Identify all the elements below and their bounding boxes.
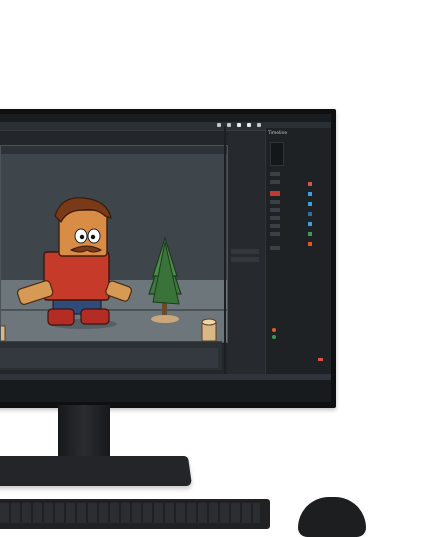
timeline-panel[interactable] bbox=[0, 341, 222, 370]
lumberjack-character bbox=[16, 197, 132, 326]
monitor-stand-neck bbox=[58, 405, 110, 461]
record-button[interactable] bbox=[270, 191, 280, 196]
panel-divider[interactable] bbox=[224, 126, 226, 382]
preview-box bbox=[270, 142, 284, 166]
layer-btn-1[interactable] bbox=[270, 172, 280, 176]
channel-color-swatch[interactable] bbox=[308, 222, 312, 226]
channel-color-swatch[interactable] bbox=[308, 232, 312, 236]
scene-art bbox=[1, 197, 217, 342]
layer-btn-7[interactable] bbox=[270, 232, 280, 236]
app-screen: Timeline bbox=[0, 114, 331, 402]
inspector-panel bbox=[228, 131, 264, 381]
mouse bbox=[298, 497, 366, 537]
keyboard bbox=[0, 499, 270, 529]
move-tool-icon[interactable] bbox=[217, 123, 221, 127]
inspector-field-2[interactable] bbox=[231, 257, 259, 262]
keyboard-keys bbox=[0, 503, 260, 523]
log-stump-icon bbox=[201, 318, 217, 342]
channel-color-swatch[interactable] bbox=[308, 192, 312, 196]
layer-buttons bbox=[270, 142, 284, 262]
tree-illustration bbox=[148, 236, 182, 323]
status-chip-red bbox=[318, 358, 323, 361]
layer-btn-6[interactable] bbox=[270, 224, 280, 228]
properties-panel: Timeline bbox=[265, 128, 331, 384]
stump-left bbox=[1, 325, 6, 342]
channel-color-swatch[interactable] bbox=[308, 202, 312, 206]
panel-title: Timeline bbox=[268, 131, 288, 136]
play-icon[interactable] bbox=[257, 123, 261, 127]
scene-viewport[interactable] bbox=[0, 145, 228, 343]
channel-color-swatch[interactable] bbox=[308, 212, 312, 216]
select-tool-icon[interactable] bbox=[247, 123, 251, 127]
rotate-tool-icon[interactable] bbox=[227, 123, 231, 127]
layer-btn-2[interactable] bbox=[270, 180, 280, 184]
channel-color-swatch[interactable] bbox=[308, 182, 312, 186]
layer-btn-5[interactable] bbox=[270, 216, 280, 220]
inspector-field-1[interactable] bbox=[231, 249, 259, 254]
status-dot-orange bbox=[272, 328, 276, 332]
monitor-stand-base bbox=[0, 456, 193, 486]
layer-btn-3[interactable] bbox=[270, 200, 280, 204]
timeline-track[interactable] bbox=[0, 348, 218, 368]
bottom-bar bbox=[0, 380, 331, 402]
layer-btn-4[interactable] bbox=[270, 208, 280, 212]
channel-color-swatch[interactable] bbox=[308, 242, 312, 246]
scale-tool-icon[interactable] bbox=[237, 123, 241, 127]
layer-btn-8[interactable] bbox=[270, 246, 280, 250]
status-dot-green bbox=[272, 335, 276, 339]
